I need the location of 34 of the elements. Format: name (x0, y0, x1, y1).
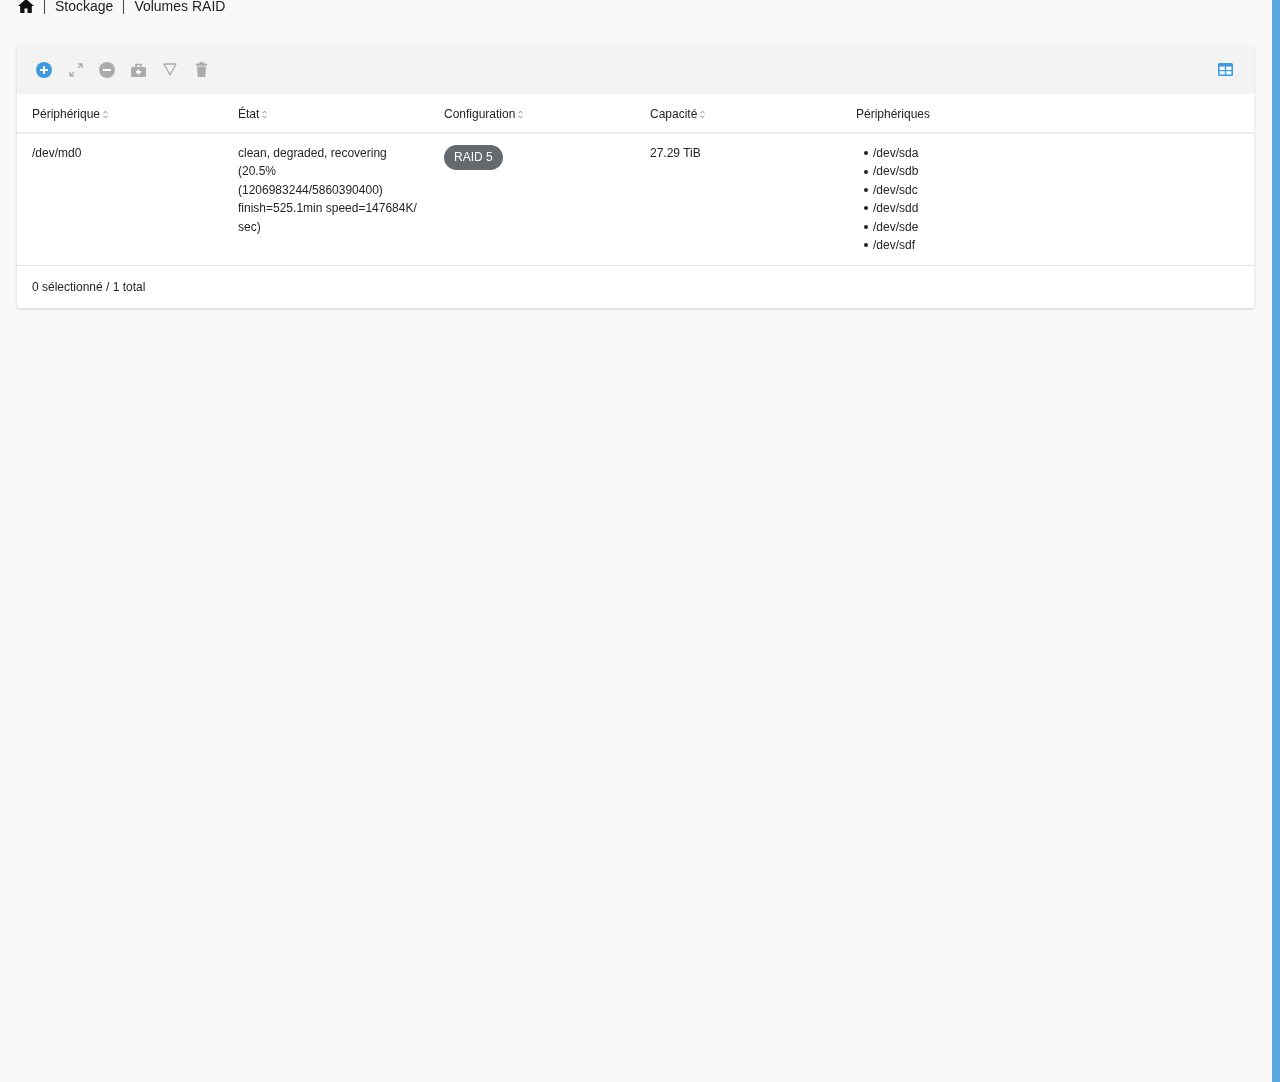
device-path: /dev/sdf (873, 237, 916, 255)
device-path: /dev/sdb (873, 163, 919, 181)
filter-icon (163, 63, 178, 76)
breadcrumb-item[interactable]: Stockage (55, 0, 114, 14)
device-path: /dev/sdd (873, 200, 919, 218)
bullet-icon (864, 243, 868, 248)
bullet-icon (864, 206, 868, 211)
add-button[interactable] (34, 59, 54, 80)
device-path: /dev/sdc (873, 181, 918, 199)
expand-arrows-icon (68, 62, 83, 77)
device-path: /dev/sde (873, 218, 919, 236)
column-header[interactable]: Périphérique (32, 107, 109, 121)
grid-icon (1217, 63, 1233, 76)
bullet-icon (864, 151, 868, 156)
bullet-icon (864, 169, 868, 174)
minus-circle-icon (99, 61, 116, 78)
bullet-icon (864, 188, 868, 192)
column-header[interactable]: État (238, 107, 268, 121)
home-icon[interactable] (18, 0, 34, 13)
bullet-icon (864, 224, 868, 229)
table-cell-text: 27.29 TiB (650, 145, 701, 162)
scrollbar-thumb[interactable] (1272, 0, 1280, 1082)
column-header: Périphériques (856, 107, 931, 121)
table-cell-text: /dev/md0 (32, 145, 82, 162)
column-header[interactable]: Configuration (444, 107, 524, 121)
device-path: /dev/sda (873, 145, 919, 162)
breadcrumb-item: Volumes RAID (134, 0, 226, 14)
trash-icon (196, 62, 208, 77)
table-cell-text: clean, degraded, recovering (20.5% (1206983244/5860390400) finish=525.1min speed=147684K/sec) (238, 145, 418, 236)
medkit-icon (131, 62, 147, 77)
plus-circle-icon (36, 61, 52, 78)
raid-level-tag: RAID 5 (444, 145, 503, 170)
selection-summary: 0 sélectionné / 1 total (32, 280, 146, 295)
column-header[interactable]: Capacité (650, 107, 706, 121)
